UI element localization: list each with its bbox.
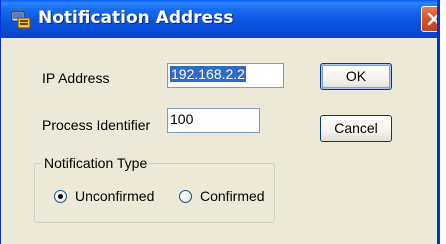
ip-address-value: 192.168.2.2 <box>170 66 246 82</box>
notification-address-dialog: Notification Address IP Address 192.168.… <box>0 0 440 244</box>
radio-confirmed-label[interactable]: Confirmed <box>200 188 265 204</box>
radio-selected-dot <box>58 194 63 199</box>
title-bar[interactable]: Notification Address <box>1 0 437 38</box>
radio-unconfirmed-label[interactable]: Unconfirmed <box>75 188 154 204</box>
process-identifier-value: 100 <box>170 111 194 127</box>
radio-confirmed[interactable] <box>179 190 192 203</box>
window-title: Notification Address <box>38 8 234 28</box>
ok-button[interactable]: OK <box>320 63 392 90</box>
notification-type-legend: Notification Type <box>42 155 150 171</box>
cancel-button[interactable]: Cancel <box>320 115 392 142</box>
app-icon <box>11 9 31 29</box>
close-button[interactable] <box>421 6 437 32</box>
process-identifier-input[interactable]: 100 <box>167 108 260 133</box>
process-identifier-label: Process Identifier <box>42 117 151 133</box>
ip-address-input[interactable]: 192.168.2.2 <box>167 63 284 88</box>
radio-unconfirmed[interactable] <box>54 190 67 203</box>
ip-address-label: IP Address <box>42 70 110 86</box>
